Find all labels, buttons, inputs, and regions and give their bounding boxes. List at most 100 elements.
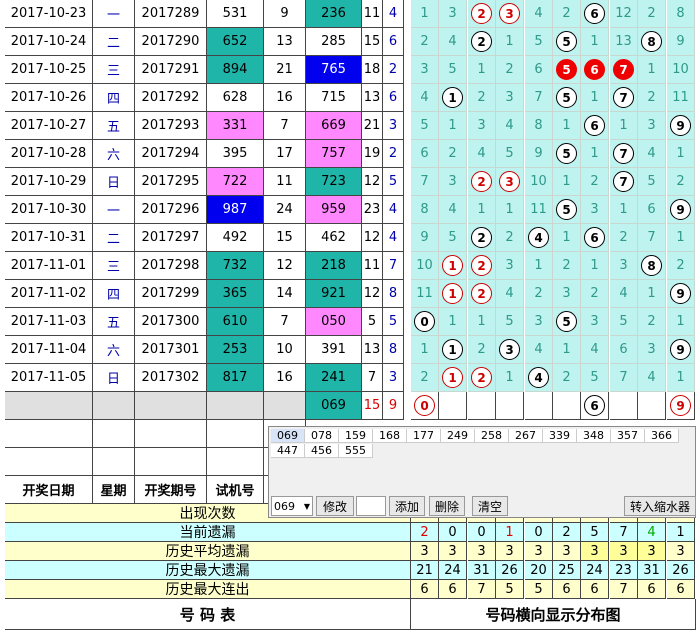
stat-value: 3 — [610, 542, 638, 561]
candidate-number[interactable]: 456 — [305, 444, 339, 458]
candidate-number[interactable]: 177 — [407, 429, 441, 443]
candidate-number[interactable]: 159 — [339, 429, 373, 443]
draw-span: 4 — [383, 196, 404, 224]
digit-ball: 5 — [556, 143, 577, 164]
digit-ball: 5 — [556, 199, 577, 220]
dist-cell: 2 — [638, 0, 666, 28]
clear-button[interactable]: 清空 — [472, 496, 508, 516]
draw-span: 3 — [383, 112, 404, 140]
draw-span: 6 — [383, 28, 404, 56]
predict-number: 069 — [306, 392, 362, 420]
dist-cell: 2 — [468, 0, 496, 28]
dist-cell: 2 — [411, 28, 439, 56]
stat-value: 6 — [581, 580, 609, 599]
candidate-number[interactable]: 078 — [305, 429, 339, 443]
modify-button[interactable]: 修改 — [316, 496, 354, 516]
dist-cell: 9 — [411, 224, 439, 252]
candidate-number[interactable]: 357 — [611, 429, 645, 443]
weekday: 一 — [93, 0, 135, 28]
stat-value: 24 — [439, 561, 467, 580]
add-button[interactable]: 添加 — [389, 496, 425, 516]
dist-cell: 3 — [496, 252, 524, 280]
dist-cell: 4 — [439, 28, 467, 56]
delete-button[interactable]: 删除 — [429, 496, 465, 516]
candidate-number[interactable]: 447 — [271, 444, 305, 458]
digit-ball: 8 — [641, 255, 662, 276]
trial-sum: 7 — [264, 308, 306, 336]
trial-sum: 21 — [264, 56, 306, 84]
trial-sum: 17 — [264, 140, 306, 168]
draw-span: 8 — [383, 280, 404, 308]
number-select[interactable]: 069 ▼ — [271, 496, 313, 516]
issue-number: 2017298 — [135, 252, 207, 280]
dist-cell: 3 — [581, 308, 609, 336]
stat-value: 6 — [411, 580, 439, 599]
dist-cell: 1 — [581, 140, 609, 168]
dist-cell: 7 — [610, 364, 638, 392]
draw-number: 285 — [306, 28, 362, 56]
dist-cell: 2 — [667, 168, 695, 196]
candidate-number[interactable]: 339 — [543, 429, 577, 443]
draw-date: 2017-11-04 — [5, 336, 93, 364]
candidate-number[interactable]: 258 — [475, 429, 509, 443]
number-input[interactable] — [356, 496, 386, 516]
stat-label: 历史最大连出 — [5, 580, 411, 599]
digit-ball: 3 — [499, 339, 520, 360]
send-to-filter-button[interactable]: 转入缩水器 — [624, 496, 696, 516]
draw-span: 2 — [383, 140, 404, 168]
candidate-number[interactable]: 366 — [645, 429, 679, 443]
draw-number: 462 — [306, 224, 362, 252]
candidate-number[interactable]: 348 — [577, 429, 611, 443]
stat-value: 7 — [610, 523, 638, 542]
dist-cell: 1 — [468, 308, 496, 336]
digit-ball: 0 — [414, 395, 435, 416]
digit-ball: 7 — [613, 87, 634, 108]
predict-dist-cell — [525, 392, 553, 420]
lottery-chart-window: 2017-10-23 一 2017289 531 9 236 11 4 1 3 2 3 4 2 6 12 2 8 2… — [0, 0, 696, 630]
digit-ball: 1 — [442, 255, 463, 276]
stat-value: 6 — [439, 580, 467, 599]
dist-cell: 5 — [553, 308, 581, 336]
dist-cell: 5 — [553, 56, 581, 84]
candidate-number[interactable]: 168 — [373, 429, 407, 443]
dist-cell: 6 — [581, 56, 609, 84]
trial-number: 722 — [207, 168, 264, 196]
dist-cell: 4 — [610, 280, 638, 308]
draw-span: 5 — [383, 308, 404, 336]
candidate-number[interactable]: 267 — [509, 429, 543, 443]
draw-number: 757 — [306, 140, 362, 168]
dist-cell: 3 — [439, 168, 467, 196]
chevron-down-icon[interactable]: ▼ — [302, 502, 312, 511]
stat-value: 23 — [610, 561, 638, 580]
stat-value: 0 — [468, 523, 496, 542]
dist-cell: 2 — [638, 84, 666, 112]
dist-cell: 1 — [553, 168, 581, 196]
candidate-number[interactable]: 069 — [271, 429, 305, 443]
dist-cell: 1 — [667, 308, 695, 336]
draw-number: 669 — [306, 112, 362, 140]
dist-cell: 9 — [667, 196, 695, 224]
dist-cell: 4 — [496, 280, 524, 308]
digit-ball: 8 — [641, 31, 662, 52]
draw-date: 2017-10-27 — [5, 112, 93, 140]
dist-cell: 2 — [581, 280, 609, 308]
draw-sum: 11 — [362, 252, 383, 280]
candidate-number[interactable]: 249 — [441, 429, 475, 443]
digit-ball: 9 — [670, 199, 691, 220]
draw-number: 241 — [306, 364, 362, 392]
empty-cell — [93, 420, 135, 448]
weekday: 四 — [93, 84, 135, 112]
stat-value: 0 — [439, 523, 467, 542]
trial-number: 628 — [207, 84, 264, 112]
dist-cell: 2 — [468, 168, 496, 196]
draw-date: 2017-10-25 — [5, 56, 93, 84]
dist-cell: 7 — [525, 84, 553, 112]
trial-number: 331 — [207, 112, 264, 140]
candidate-number[interactable]: 555 — [339, 444, 373, 458]
draw-number: 218 — [306, 252, 362, 280]
empty-cell — [93, 392, 135, 420]
draw-number: 236 — [306, 0, 362, 28]
trial-number: 817 — [207, 364, 264, 392]
empty-cell — [207, 392, 264, 420]
dist-cell: 5 — [553, 196, 581, 224]
